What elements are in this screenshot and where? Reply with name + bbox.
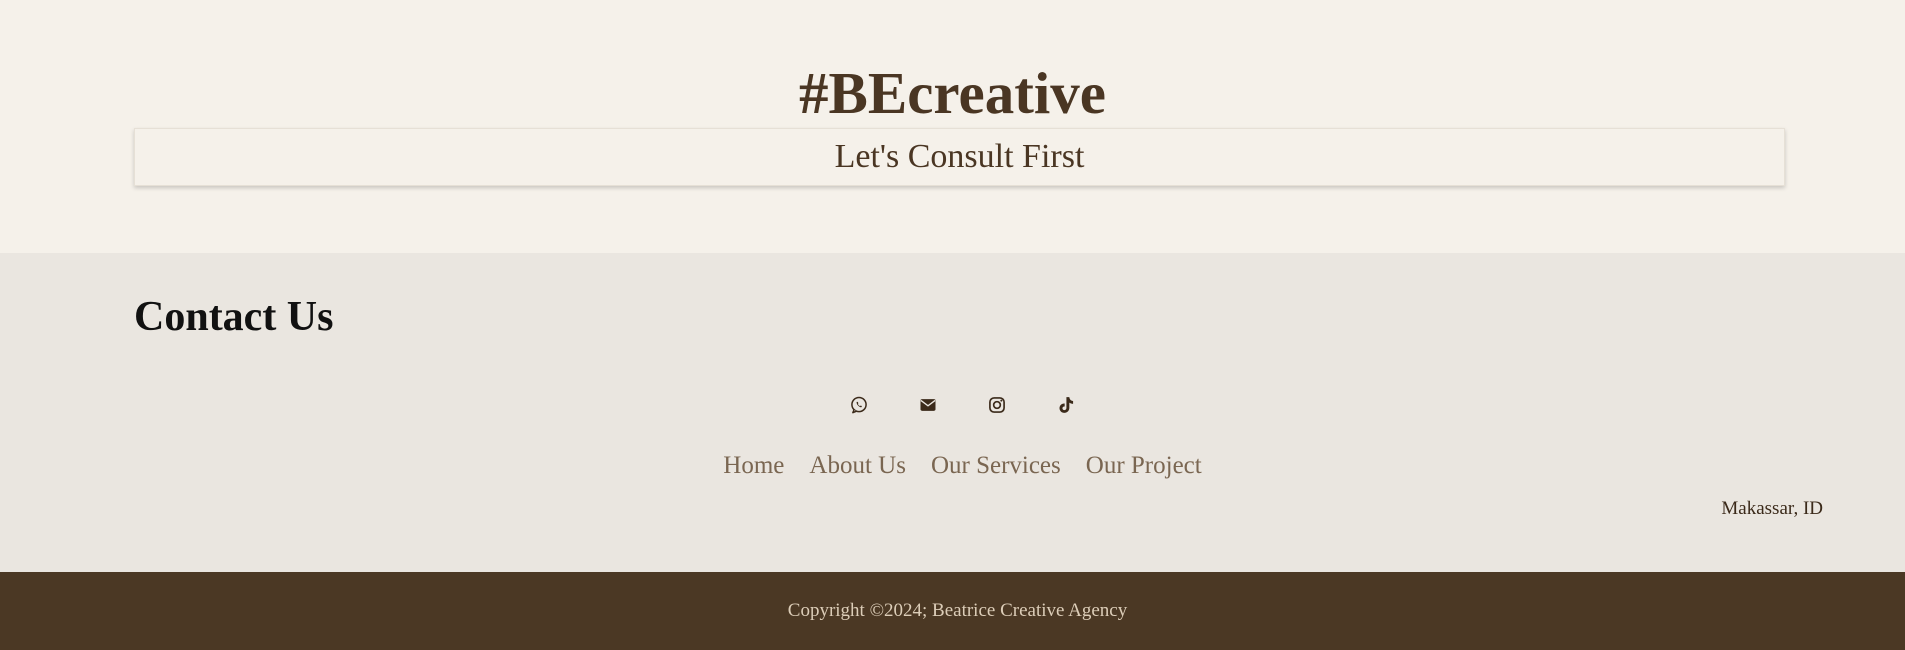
social-links (0, 389, 1905, 421)
hero-title: #BEcreative (799, 60, 1106, 126)
nav-link-home[interactable]: Home (723, 450, 784, 482)
nav-link-our-project[interactable]: Our Project (1086, 450, 1202, 482)
instagram-icon (989, 397, 1005, 413)
footer-nav: Home About Us Our Services Our Project (0, 450, 1905, 482)
contact-heading: Contact Us (134, 294, 334, 340)
hero-section: #BEcreative Let's Consult First (0, 0, 1905, 253)
copyright-bar: Copyright ©2024; Beatrice Creative Agenc… (0, 572, 1905, 650)
nav-link-about-us[interactable]: About Us (809, 450, 906, 482)
envelope-icon (920, 399, 936, 411)
consult-button-label: Let's Consult First (834, 138, 1085, 175)
consult-button[interactable]: Let's Consult First (134, 128, 1785, 186)
copyright-text: Copyright ©2024; Beatrice Creative Agenc… (787, 600, 1128, 621)
tiktok-link[interactable] (1050, 389, 1082, 421)
whatsapp-link[interactable] (843, 389, 875, 421)
whatsapp-icon (851, 396, 867, 414)
location-text: Makassar, ID (1721, 498, 1823, 519)
tiktok-icon (1059, 397, 1074, 413)
nav-link-our-services[interactable]: Our Services (931, 450, 1061, 482)
instagram-link[interactable] (981, 389, 1013, 421)
contact-section: Contact Us Home About Us Our Services Ou… (0, 253, 1905, 572)
email-link[interactable] (912, 389, 944, 421)
